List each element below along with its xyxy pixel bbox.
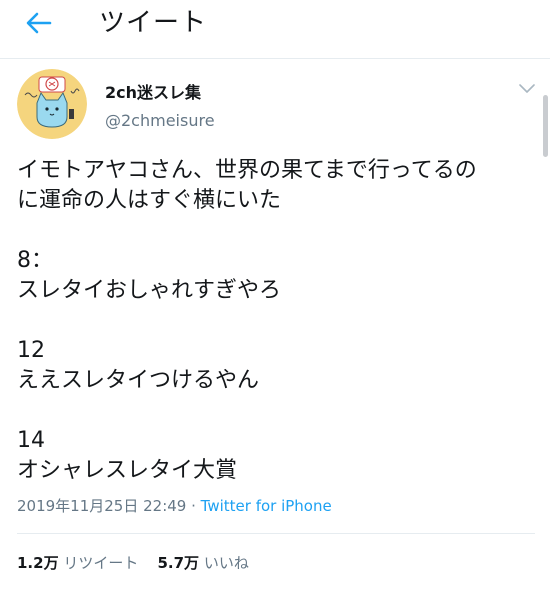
- chevron-down-icon: [519, 84, 535, 93]
- author-display-name[interactable]: 2ch迷スレ集: [105, 79, 201, 103]
- page-title: ツイート: [99, 8, 208, 38]
- divider: [17, 533, 535, 534]
- author-handle[interactable]: @2chmeisure: [105, 111, 215, 130]
- avatar-illustration: [17, 69, 87, 139]
- meta-separator: ·: [186, 497, 201, 515]
- back-button[interactable]: [22, 8, 56, 38]
- tweet-text: イモトアヤコさん、世界の果てまで行ってるの に運命の人はすぐ横にいた 8： スレ…: [17, 156, 537, 486]
- retweets-label: リツイート: [63, 554, 139, 572]
- likes-label: いいね: [203, 554, 249, 572]
- retweets-count: 1.2万: [17, 554, 59, 572]
- likes-count: 5.7万: [157, 554, 200, 572]
- tweet-line: スレタイおしゃれすぎやろ: [17, 278, 282, 303]
- top-bar: ツイート: [0, 0, 550, 59]
- tweet-line: ええスレタイつけるやん: [17, 368, 260, 393]
- more-options-button[interactable]: [516, 80, 538, 98]
- tweet-line: に運命の人はすぐ横にいた: [17, 188, 282, 213]
- retweets-stat[interactable]: 1.2万 リツイート: [17, 554, 138, 572]
- avatar[interactable]: [17, 69, 87, 139]
- tweet-timestamp[interactable]: 2019年11月25日 22:49: [17, 497, 186, 515]
- tweet-stats: 1.2万 リツイート 5.7万 いいね: [17, 552, 249, 573]
- tweet-line: イモトアヤコさん、世界の果てまで行ってるの: [17, 158, 477, 183]
- scrollbar[interactable]: [543, 95, 548, 157]
- tweet-line: オシャレスレタイ大賞: [17, 458, 238, 483]
- tweet-line: 14: [17, 428, 45, 453]
- likes-stat[interactable]: 5.7万 いいね: [157, 554, 248, 572]
- tweet-line: 12: [17, 338, 45, 363]
- tweet-source-link[interactable]: Twitter for iPhone: [201, 497, 332, 515]
- arrow-left-icon: [26, 12, 52, 34]
- tweet-meta: 2019年11月25日 22:49 · Twitter for iPhone: [17, 495, 332, 516]
- tweet-line: 8：: [17, 248, 53, 273]
